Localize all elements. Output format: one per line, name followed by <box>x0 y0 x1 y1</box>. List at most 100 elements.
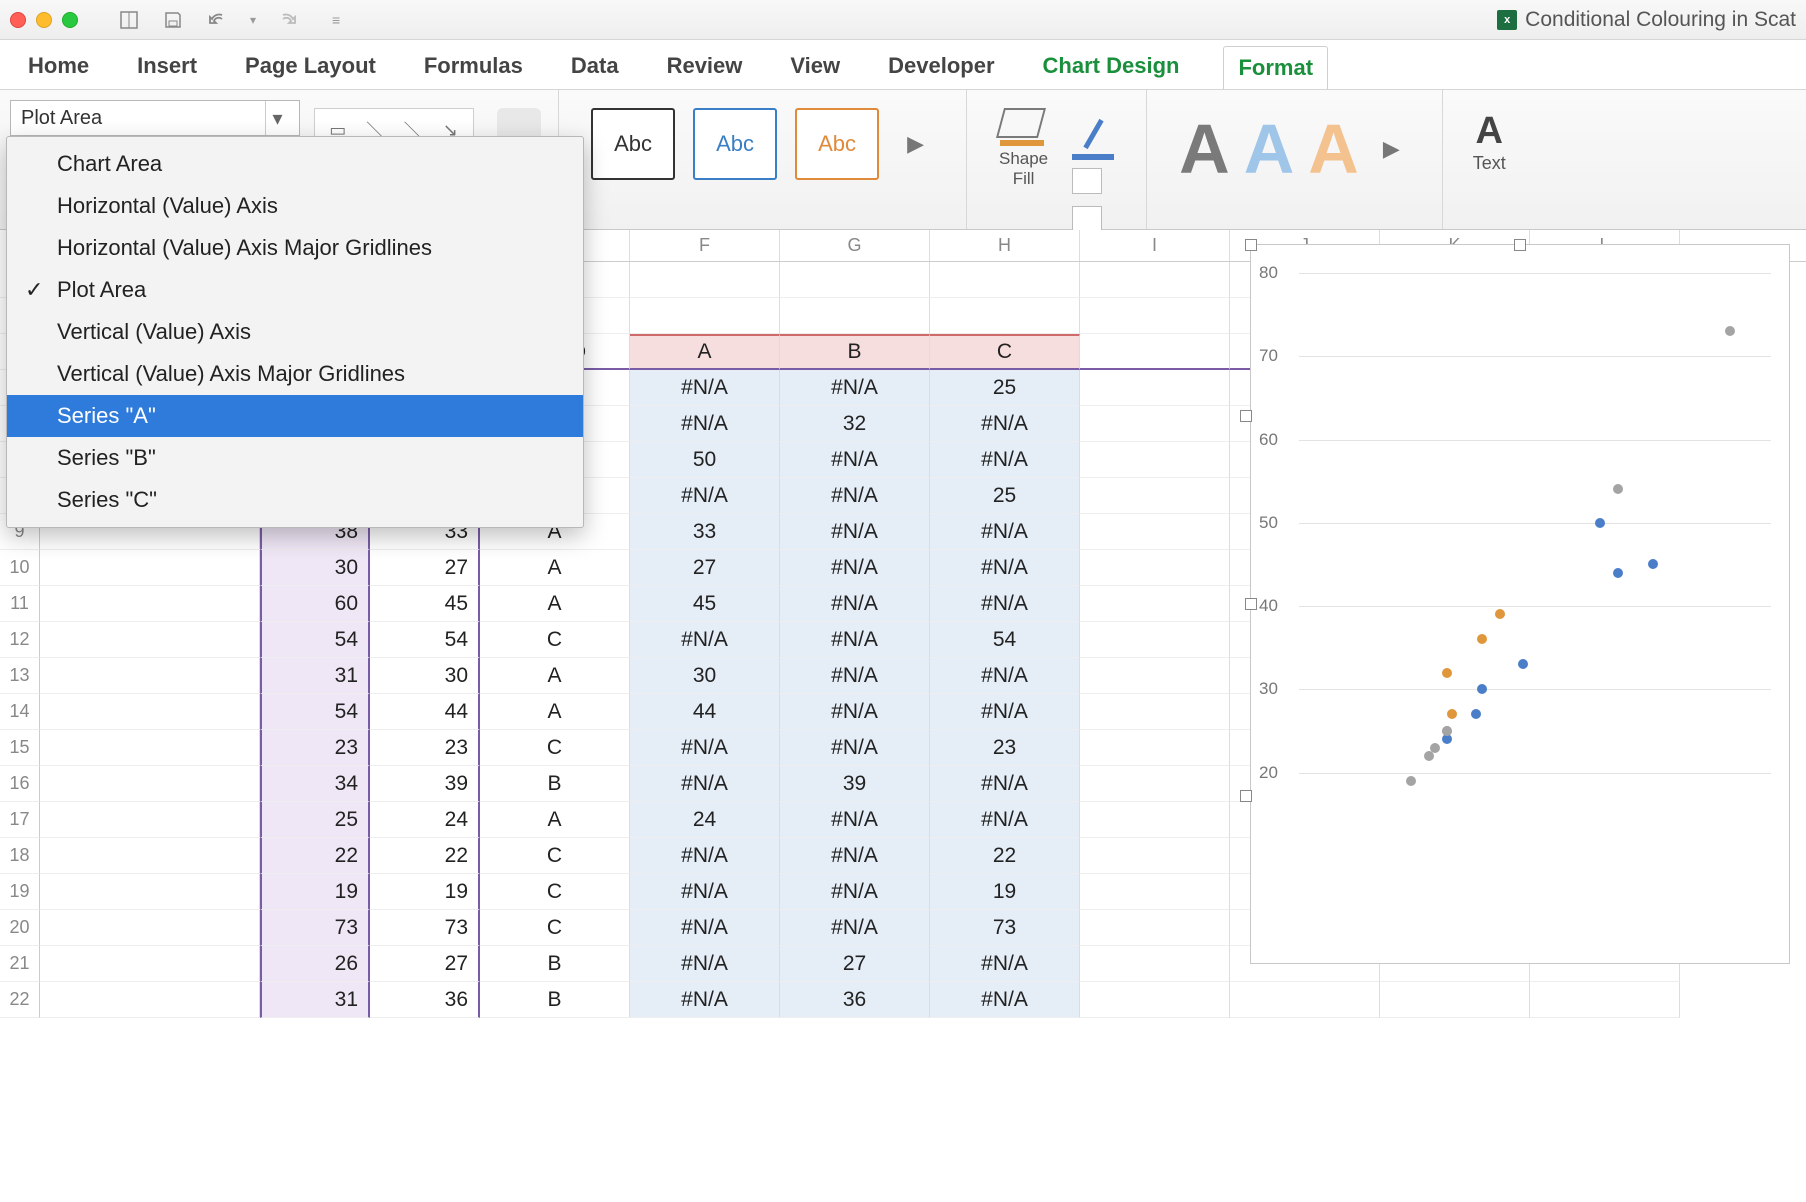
cell[interactable]: C <box>480 910 630 946</box>
cell[interactable]: 31 <box>260 982 370 1018</box>
cell[interactable]: 34 <box>260 766 370 802</box>
row-header[interactable]: 13 <box>0 658 40 694</box>
cell[interactable] <box>40 694 260 730</box>
cell[interactable] <box>40 946 260 982</box>
dropdown-item[interactable]: Vertical (Value) Axis Major Gridlines <box>7 353 583 395</box>
cell[interactable]: 23 <box>260 730 370 766</box>
row-header[interactable]: 12 <box>0 622 40 658</box>
cell[interactable]: 73 <box>260 910 370 946</box>
cell[interactable]: 24 <box>630 802 780 838</box>
cell[interactable]: 54 <box>260 622 370 658</box>
cell[interactable]: #N/A <box>930 658 1080 694</box>
cell[interactable]: #N/A <box>780 658 930 694</box>
shape-style-preset[interactable]: Abc <box>693 108 777 180</box>
undo-dropdown-icon[interactable]: ▾ <box>250 13 256 27</box>
cell[interactable] <box>1080 946 1230 982</box>
row-header[interactable]: 21 <box>0 946 40 982</box>
cell[interactable]: #N/A <box>930 982 1080 1018</box>
dropdown-item[interactable]: Chart Area <box>7 143 583 185</box>
cell[interactable]: B <box>480 946 630 982</box>
chart-element-dropdown[interactable]: Chart AreaHorizontal (Value) AxisHorizon… <box>6 136 584 528</box>
row-header[interactable]: 19 <box>0 874 40 910</box>
cell[interactable] <box>1080 298 1230 334</box>
data-point-series-c[interactable] <box>1406 776 1416 786</box>
ribbon-tab-page-layout[interactable]: Page Layout <box>241 43 380 89</box>
cell[interactable]: 19 <box>370 874 480 910</box>
row-header[interactable]: 14 <box>0 694 40 730</box>
cell[interactable]: #N/A <box>630 478 780 514</box>
cell[interactable]: #N/A <box>930 802 1080 838</box>
more-wordart-icon[interactable]: ▶ <box>1373 136 1410 162</box>
cell[interactable]: #N/A <box>780 514 930 550</box>
column-header[interactable]: G <box>780 230 930 261</box>
cell[interactable]: 25 <box>930 370 1080 406</box>
cell[interactable]: #N/A <box>630 622 780 658</box>
cell[interactable]: 39 <box>780 766 930 802</box>
cell[interactable] <box>1080 334 1230 370</box>
cell[interactable]: 25 <box>260 802 370 838</box>
column-header[interactable]: H <box>930 230 1080 261</box>
cell[interactable] <box>40 910 260 946</box>
cell[interactable]: #N/A <box>630 730 780 766</box>
cell[interactable]: 50 <box>630 442 780 478</box>
cell[interactable]: #N/A <box>780 910 930 946</box>
redo-icon[interactable] <box>278 9 300 31</box>
row-header[interactable]: 20 <box>0 910 40 946</box>
cell[interactable] <box>1080 586 1230 622</box>
data-point-series-c[interactable] <box>1725 326 1735 336</box>
cell[interactable]: 27 <box>370 946 480 982</box>
cell[interactable]: #N/A <box>630 370 780 406</box>
cell[interactable]: 23 <box>930 730 1080 766</box>
dropdown-item[interactable]: Plot Area <box>7 269 583 311</box>
cell[interactable]: C <box>480 730 630 766</box>
cell[interactable] <box>1230 982 1380 1018</box>
cell[interactable] <box>1080 766 1230 802</box>
cell[interactable] <box>1080 442 1230 478</box>
cell[interactable] <box>1080 478 1230 514</box>
data-point-series-b[interactable] <box>1477 634 1487 644</box>
cell[interactable]: 54 <box>260 694 370 730</box>
ribbon-tab-data[interactable]: Data <box>567 43 623 89</box>
cell[interactable]: 54 <box>930 622 1080 658</box>
cell[interactable]: 44 <box>630 694 780 730</box>
cell[interactable]: #N/A <box>780 874 930 910</box>
row-header[interactable]: 17 <box>0 802 40 838</box>
cell[interactable] <box>1080 874 1230 910</box>
ribbon-tab-developer[interactable]: Developer <box>884 43 998 89</box>
cell[interactable]: #N/A <box>780 478 930 514</box>
column-header[interactable]: F <box>630 230 780 261</box>
header-cell[interactable]: C <box>930 334 1080 370</box>
cell[interactable]: 30 <box>370 658 480 694</box>
cell[interactable]: 73 <box>930 910 1080 946</box>
dropdown-item[interactable]: Series "C" <box>7 479 583 521</box>
cell[interactable] <box>40 658 260 694</box>
cell[interactable] <box>40 622 260 658</box>
dropdown-item[interactable]: Series "A" <box>7 395 583 437</box>
cell[interactable] <box>40 550 260 586</box>
wordart-preset[interactable]: A <box>1244 114 1295 184</box>
autosave-icon[interactable] <box>118 9 140 31</box>
cell[interactable] <box>1080 262 1230 298</box>
cell[interactable]: #N/A <box>780 586 930 622</box>
cell[interactable]: #N/A <box>780 694 930 730</box>
cell[interactable]: #N/A <box>930 766 1080 802</box>
cell[interactable]: #N/A <box>930 946 1080 982</box>
dropdown-item[interactable]: Horizontal (Value) Axis <box>7 185 583 227</box>
cell[interactable] <box>780 298 930 334</box>
cell[interactable]: 60 <box>260 586 370 622</box>
cell[interactable]: #N/A <box>630 766 780 802</box>
cell[interactable]: 26 <box>260 946 370 982</box>
cell[interactable] <box>1080 802 1230 838</box>
row-header[interactable]: 18 <box>0 838 40 874</box>
cell[interactable]: 27 <box>630 550 780 586</box>
ribbon-tab-formulas[interactable]: Formulas <box>420 43 527 89</box>
zoom-window-button[interactable] <box>62 12 78 28</box>
cell[interactable]: 45 <box>370 586 480 622</box>
undo-icon[interactable] <box>206 9 228 31</box>
cell[interactable]: #N/A <box>780 838 930 874</box>
cell[interactable]: 22 <box>930 838 1080 874</box>
dropdown-item[interactable]: Series "B" <box>7 437 583 479</box>
cell[interactable]: 31 <box>260 658 370 694</box>
cell[interactable]: #N/A <box>930 694 1080 730</box>
cell[interactable] <box>40 874 260 910</box>
